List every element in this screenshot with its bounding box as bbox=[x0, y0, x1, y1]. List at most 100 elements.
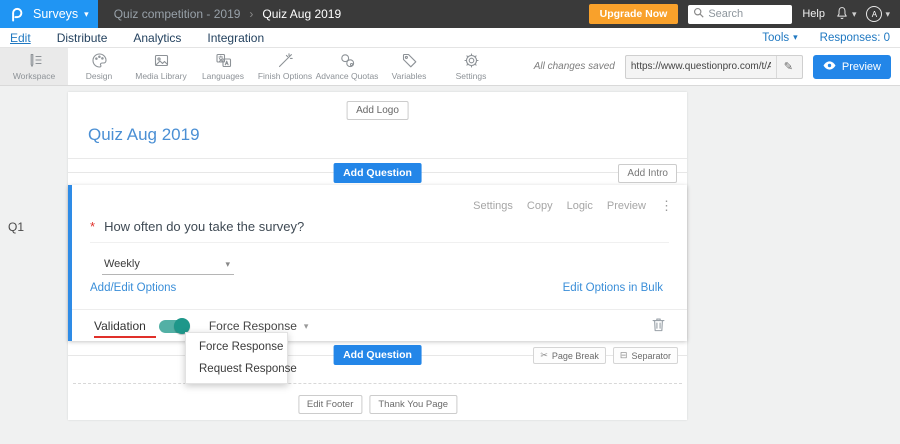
chevron-down-icon: ▾ bbox=[303, 320, 309, 331]
toolbar-item-variables[interactable]: Variables bbox=[378, 48, 440, 85]
add-question-strip-top: Add Question Add Intro bbox=[68, 159, 687, 185]
answer-dropdown[interactable]: Weekly ▾ bbox=[102, 254, 234, 275]
top-header: Surveys ▾ Quiz competition - 2019 › Quiz… bbox=[0, 0, 900, 28]
toolbar-item-label: Advance Quotas bbox=[315, 71, 379, 81]
toolbar-item-advance-quotas[interactable]: Advance Quotas bbox=[316, 48, 378, 85]
separator-icon: ⊟ bbox=[619, 350, 628, 360]
question-logic-link[interactable]: Logic bbox=[567, 200, 593, 212]
divider bbox=[90, 242, 669, 243]
nav-right: Tools ▾ Responses: 0 bbox=[762, 32, 890, 44]
magic-wand-icon bbox=[277, 52, 294, 69]
add-question-button[interactable]: Add Question bbox=[333, 163, 422, 183]
chevron-down-icon: ▾ bbox=[885, 8, 890, 19]
chevron-down-icon: ▾ bbox=[84, 8, 89, 19]
survey-url-box: ✎ bbox=[624, 54, 803, 79]
tag-icon bbox=[401, 52, 418, 69]
save-status: All changes saved bbox=[533, 61, 615, 72]
toolbar-item-languages[interactable]: Languages bbox=[192, 48, 254, 85]
more-options-icon[interactable]: ⋮ bbox=[660, 198, 673, 214]
validation-dropdown-menu: Force Response Request Response bbox=[185, 332, 297, 384]
validation-type-dropdown[interactable]: Force Response ▾ bbox=[209, 319, 309, 333]
chevron-down-icon: ▾ bbox=[225, 258, 230, 269]
tab-analytics[interactable]: Analytics bbox=[133, 31, 181, 45]
add-question-strip-bottom: Add Question ✂ Page Break ⊟ Separator bbox=[68, 341, 687, 369]
translate-icon bbox=[215, 52, 232, 69]
edit-footer-button[interactable]: Edit Footer bbox=[297, 395, 363, 414]
validation-label: Validation bbox=[94, 319, 146, 333]
edit-toolbar: Workspace Design Media Library Languages… bbox=[0, 48, 900, 86]
menu-item-force-response[interactable]: Force Response bbox=[186, 336, 287, 358]
question-number: Q1 bbox=[8, 220, 25, 234]
survey-title[interactable]: Quiz Aug 2019 bbox=[88, 125, 200, 145]
option-links-row: Add/Edit Options Edit Options in Bulk bbox=[90, 282, 663, 294]
tab-distribute[interactable]: Distribute bbox=[57, 31, 108, 45]
survey-url-input[interactable] bbox=[625, 61, 776, 72]
separator-label: Separator bbox=[631, 350, 671, 361]
question-settings-link[interactable]: Settings bbox=[473, 200, 513, 212]
eye-icon bbox=[823, 60, 836, 73]
add-question-button[interactable]: Add Question bbox=[333, 345, 422, 365]
surveys-menu[interactable]: Surveys ▾ bbox=[33, 7, 89, 21]
thank-you-page-button[interactable]: Thank You Page bbox=[369, 395, 458, 414]
page-break-label: Page Break bbox=[551, 350, 599, 361]
validation-toggle[interactable] bbox=[158, 318, 190, 334]
question-actions: Settings Copy Logic Preview ⋮ bbox=[473, 198, 673, 214]
separator-button[interactable]: ⊟ Separator bbox=[612, 347, 678, 364]
survey-header-section: Add Logo Quiz Aug 2019 bbox=[68, 92, 687, 159]
toolbar-item-settings[interactable]: Settings bbox=[440, 48, 502, 85]
bell-icon bbox=[835, 6, 849, 23]
edit-url-icon[interactable]: ✎ bbox=[775, 55, 800, 78]
strip-right-buttons: ✂ Page Break ⊟ Separator bbox=[533, 347, 678, 364]
notifications-menu[interactable]: ▾ bbox=[835, 6, 856, 23]
tab-edit[interactable]: Edit bbox=[10, 31, 31, 45]
search-box[interactable] bbox=[688, 4, 793, 24]
add-logo-button[interactable]: Add Logo bbox=[346, 101, 409, 120]
questionpro-logo-icon[interactable] bbox=[9, 6, 24, 23]
toolbar-item-label: Media Library bbox=[135, 71, 187, 81]
chevron-down-icon: ▾ bbox=[793, 32, 798, 42]
toolbar-item-media-library[interactable]: Media Library bbox=[130, 48, 192, 85]
toolbar-item-label: Design bbox=[85, 71, 113, 81]
account-menu[interactable]: A ▾ bbox=[866, 6, 890, 22]
survey-canvas: Q1 Add Logo Quiz Aug 2019 Add Question A… bbox=[0, 86, 900, 444]
validation-red-underline bbox=[94, 336, 156, 338]
palette-icon bbox=[91, 52, 108, 69]
toolbar-right: All changes saved ✎ Preview bbox=[534, 48, 900, 85]
search-input[interactable] bbox=[708, 8, 789, 20]
preview-button[interactable]: Preview bbox=[812, 54, 891, 79]
workspace-icon bbox=[26, 52, 43, 69]
help-link[interactable]: Help bbox=[802, 8, 825, 20]
toolbar-item-finish-options[interactable]: Finish Options bbox=[254, 48, 316, 85]
toolbar-item-design[interactable]: Design bbox=[68, 48, 130, 85]
add-edit-options-link[interactable]: Add/Edit Options bbox=[90, 282, 176, 294]
toolbar-item-workspace[interactable]: Workspace bbox=[0, 48, 68, 85]
page-break-button[interactable]: ✂ Page Break bbox=[533, 347, 606, 364]
question-preview-link[interactable]: Preview bbox=[607, 200, 646, 212]
question-block: Settings Copy Logic Preview ⋮ * How ofte… bbox=[68, 185, 687, 341]
question-text[interactable]: How often do you take the survey? bbox=[104, 219, 304, 234]
edit-options-bulk-link[interactable]: Edit Options in Bulk bbox=[563, 282, 663, 294]
tools-menu[interactable]: Tools ▾ bbox=[762, 32, 797, 44]
toolbar-item-label: Finish Options bbox=[257, 71, 313, 81]
search-icon bbox=[693, 7, 704, 21]
question-copy-link[interactable]: Copy bbox=[527, 200, 553, 212]
surveys-menu-label: Surveys bbox=[33, 7, 79, 21]
menu-item-request-response[interactable]: Request Response bbox=[186, 358, 297, 380]
upgrade-now-button[interactable]: Upgrade Now bbox=[588, 4, 679, 24]
delete-question-button[interactable] bbox=[652, 317, 665, 335]
breadcrumb-parent[interactable]: Quiz competition - 2019 bbox=[114, 7, 241, 21]
validation-type-value: Force Response bbox=[208, 319, 297, 333]
breadcrumb: Quiz competition - 2019 › Quiz Aug 2019 bbox=[114, 7, 341, 21]
add-intro-button[interactable]: Add Intro bbox=[618, 164, 677, 183]
avatar: A bbox=[866, 6, 883, 22]
responses-count[interactable]: Responses: 0 bbox=[820, 32, 890, 44]
toolbar-item-label: Languages bbox=[201, 71, 245, 81]
divider bbox=[72, 309, 687, 310]
tab-integration[interactable]: Integration bbox=[207, 31, 264, 45]
breadcrumb-current: Quiz Aug 2019 bbox=[262, 7, 342, 21]
preview-button-label: Preview bbox=[841, 60, 881, 73]
topbar-right: Upgrade Now Help ▾ A ▾ bbox=[588, 4, 900, 24]
footer-buttons: Edit Footer Thank You Page bbox=[297, 395, 458, 414]
toolbar-item-label: Settings bbox=[455, 71, 487, 81]
tools-menu-label: Tools bbox=[762, 31, 790, 44]
